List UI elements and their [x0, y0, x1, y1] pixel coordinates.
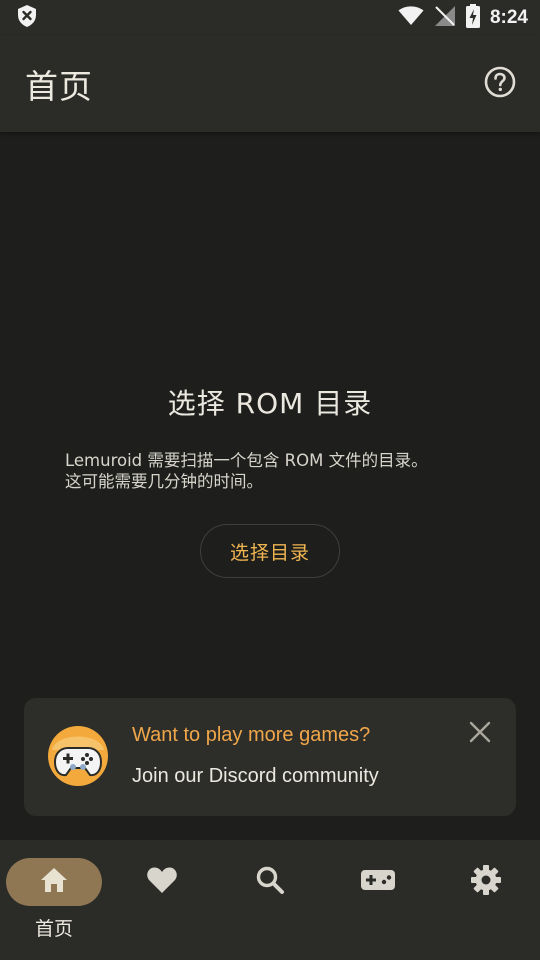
search-icon [255, 865, 285, 899]
app-bar: 首页 [0, 36, 540, 132]
nav-label-home: 首页 [34, 918, 73, 940]
status-time: 8:24 [489, 7, 528, 28]
battery-charging-icon [465, 4, 480, 32]
nav-active-indicator [6, 858, 102, 906]
gear-icon [470, 864, 502, 900]
select-directory-button[interactable]: 选择目录 [200, 524, 340, 578]
help-button[interactable] [480, 64, 520, 104]
status-bar: 8:24 [0, 0, 540, 36]
nav-pill-favorites [114, 858, 210, 906]
page-title: 首页 [25, 67, 93, 106]
empty-state-description: Lemuroid 需要扫描一个包含 ROM 文件的目录。 这可能需要几分钟的时间… [65, 451, 428, 491]
wifi-icon [398, 6, 424, 30]
home-icon [39, 866, 69, 898]
heart-icon [146, 865, 178, 899]
nav-item-settings[interactable] [432, 840, 540, 960]
nav-item-favorites[interactable] [108, 840, 216, 960]
discord-subline: Join our Discord community [132, 765, 379, 787]
gamepad-mascot-icon [46, 724, 110, 788]
close-card-button[interactable] [466, 720, 494, 748]
discord-text: Want to play more games? Join our Discor… [132, 724, 379, 788]
nav-pill-settings [438, 858, 534, 906]
nav-item-games[interactable] [324, 840, 432, 960]
bottom-navigation: 首页 [0, 840, 540, 960]
shield-notification-icon [16, 4, 38, 32]
discord-headline: Want to play more games? [132, 724, 371, 746]
help-circle-icon [484, 66, 516, 102]
nav-pill-games [330, 858, 426, 906]
gamepad-icon [360, 868, 396, 896]
close-icon [469, 721, 491, 747]
nav-pill-search [222, 858, 318, 906]
no-signal-icon [434, 5, 456, 31]
discord-promo-card[interactable]: Want to play more games? Join our Discor… [24, 698, 516, 816]
empty-state-title: 选择 ROM 目录 [167, 387, 373, 420]
empty-state: 选择 ROM 目录 Lemuroid 需要扫描一个包含 ROM 文件的目录。 这… [0, 132, 540, 692]
nav-item-search[interactable] [216, 840, 324, 960]
nav-item-home[interactable]: 首页 [0, 840, 108, 960]
